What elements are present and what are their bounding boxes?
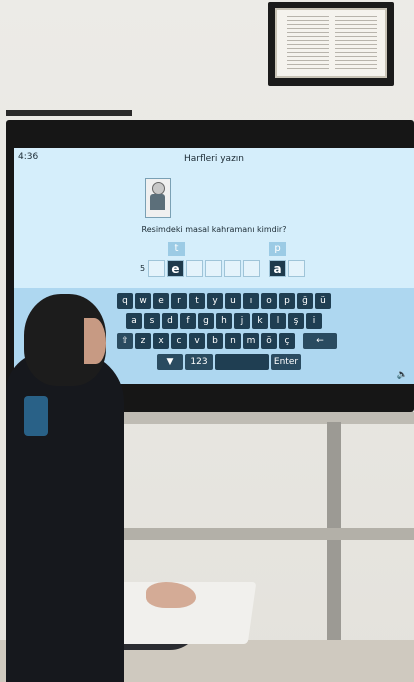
answer-slot[interactable] bbox=[243, 260, 260, 277]
board-shelf bbox=[120, 528, 414, 540]
answer-slot[interactable] bbox=[224, 260, 241, 277]
key-e[interactable]: e bbox=[153, 293, 169, 309]
key-g-breve[interactable]: ğ bbox=[297, 293, 313, 309]
document-text-right bbox=[335, 16, 377, 71]
wall-frame bbox=[268, 2, 394, 86]
answer-slot[interactable] bbox=[186, 260, 203, 277]
key-u[interactable]: u bbox=[225, 293, 241, 309]
key-o[interactable]: o bbox=[261, 293, 277, 309]
key-h[interactable]: h bbox=[216, 313, 232, 329]
key-c-cedilla[interactable]: ç bbox=[279, 333, 295, 349]
framed-document bbox=[275, 8, 387, 78]
key-w[interactable]: w bbox=[135, 293, 151, 309]
key-g[interactable]: g bbox=[198, 313, 214, 329]
answer-slot[interactable] bbox=[148, 260, 165, 277]
key-m[interactable]: m bbox=[243, 333, 259, 349]
key-r[interactable]: r bbox=[171, 293, 187, 309]
key-x[interactable]: x bbox=[153, 333, 169, 349]
key-s[interactable]: s bbox=[144, 313, 160, 329]
key-n[interactable]: n bbox=[225, 333, 241, 349]
answer-slot[interactable] bbox=[205, 260, 222, 277]
shirt-logo bbox=[24, 396, 48, 436]
numbers-key[interactable]: 123 bbox=[185, 354, 213, 370]
letter-count: 5 bbox=[140, 264, 146, 273]
hint-letter: p bbox=[269, 242, 286, 256]
shift-key[interactable]: ⇧ bbox=[117, 333, 133, 349]
key-s-cedilla[interactable]: ş bbox=[288, 313, 304, 329]
space-key[interactable] bbox=[215, 354, 269, 370]
key-z[interactable]: z bbox=[135, 333, 151, 349]
enter-key[interactable]: Enter bbox=[271, 354, 301, 370]
key-j[interactable]: j bbox=[234, 313, 250, 329]
speaker-icon[interactable]: 🔈 bbox=[397, 370, 408, 380]
key-b[interactable]: b bbox=[207, 333, 223, 349]
key-i[interactable]: i bbox=[306, 313, 322, 329]
key-p[interactable]: p bbox=[279, 293, 295, 309]
hide-keyboard-key[interactable]: ▼ bbox=[157, 354, 183, 370]
key-c[interactable]: c bbox=[171, 333, 187, 349]
key-a[interactable]: a bbox=[126, 313, 142, 329]
key-d[interactable]: d bbox=[162, 313, 178, 329]
character-body bbox=[150, 194, 165, 210]
key-o-umlaut[interactable]: ö bbox=[261, 333, 277, 349]
answer-slot[interactable] bbox=[288, 260, 305, 277]
key-l[interactable]: l bbox=[270, 313, 286, 329]
key-q[interactable]: q bbox=[117, 293, 133, 309]
student-face bbox=[84, 318, 106, 364]
key-dotless-i[interactable]: ı bbox=[243, 293, 259, 309]
character-picture bbox=[145, 178, 171, 218]
key-t[interactable]: t bbox=[189, 293, 205, 309]
answer-slot[interactable]: e bbox=[167, 260, 184, 277]
board-stand-right bbox=[327, 422, 341, 662]
page-title: Harfleri yazın bbox=[183, 154, 245, 164]
document-text-left bbox=[287, 16, 329, 71]
key-y[interactable]: y bbox=[207, 293, 223, 309]
backspace-key[interactable]: ← bbox=[303, 333, 337, 349]
key-k[interactable]: k bbox=[252, 313, 268, 329]
key-v[interactable]: v bbox=[189, 333, 205, 349]
board-rail bbox=[6, 110, 132, 116]
answer-slot[interactable]: a bbox=[269, 260, 286, 277]
key-f[interactable]: f bbox=[180, 313, 196, 329]
hint-letter: t bbox=[168, 242, 185, 256]
key-u-umlaut[interactable]: ü bbox=[315, 293, 331, 309]
board-bottom-frame bbox=[110, 412, 414, 424]
question-text: Resimdeki masal kahramanı kimdir? bbox=[141, 225, 287, 234]
